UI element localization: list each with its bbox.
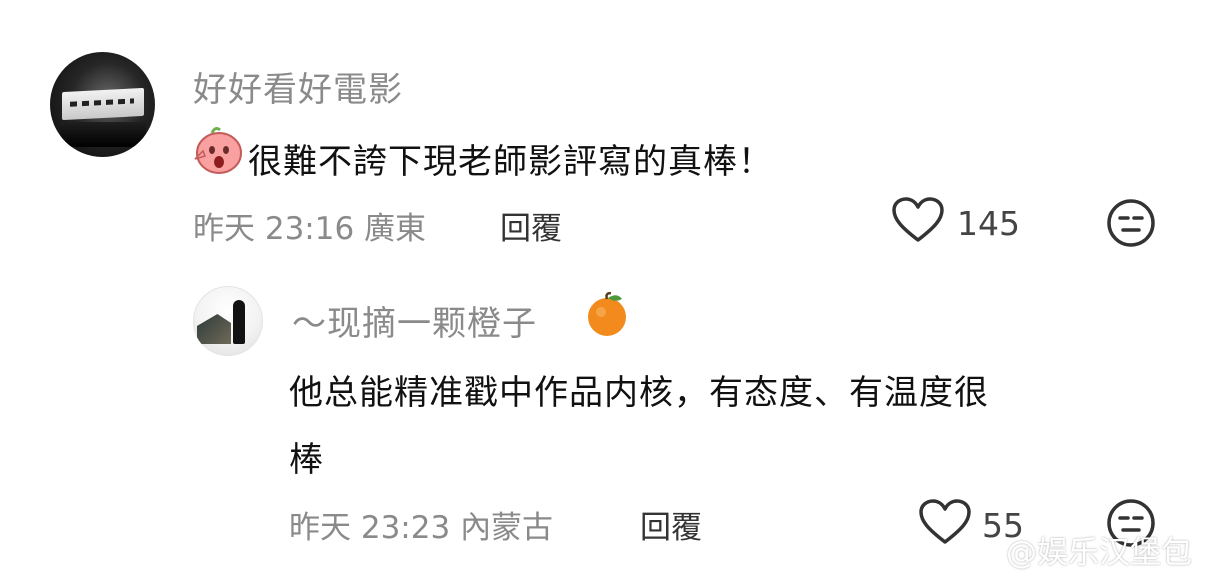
comment1-meta: 昨天 23:16 廣東 (193, 203, 426, 248)
comment2-location: 內蒙古 (460, 510, 554, 546)
comment1-time: 昨天 (193, 211, 255, 247)
weibo-logo-icon (966, 536, 1000, 564)
heart-icon[interactable] (891, 196, 945, 244)
shocked-face-sticker-icon (192, 125, 244, 175)
username-comment1[interactable]: 好好看好電影 (193, 62, 403, 111)
meh-face-icon[interactable] (1106, 198, 1156, 248)
comment2-meta: 昨天 23:23 內蒙古 (289, 502, 553, 547)
comment1-text: 很難不誇下現老師影評寫的真棒！ (248, 142, 773, 182)
comment2-time: 昨天 (289, 510, 351, 546)
avatar-comment1[interactable] (50, 52, 155, 157)
comment1-location: 廣東 (364, 211, 427, 247)
like-count-comment1: 145 (957, 204, 1020, 243)
watermark-text: @娱乐汉堡包 (1006, 535, 1192, 571)
reply-button-comment1[interactable]: 回覆 (500, 203, 562, 248)
comment2-text-line2: 棒 (289, 440, 324, 480)
comment2-text-line1: 他总能精准戳中作品内核，有态度、有温度很 (289, 373, 989, 413)
reply-button-comment2[interactable]: 回覆 (640, 502, 702, 547)
username-comment2[interactable]: ～现摘一颗橙子 (292, 296, 537, 345)
heart-icon[interactable] (918, 498, 972, 546)
avatar-comment2[interactable] (193, 286, 263, 356)
orange-icon (584, 292, 630, 338)
watermark: @娱乐汉堡包 (966, 527, 1192, 572)
comment2-clock: 23:23 (360, 510, 451, 546)
comment1-clock: 23:16 (264, 211, 355, 247)
